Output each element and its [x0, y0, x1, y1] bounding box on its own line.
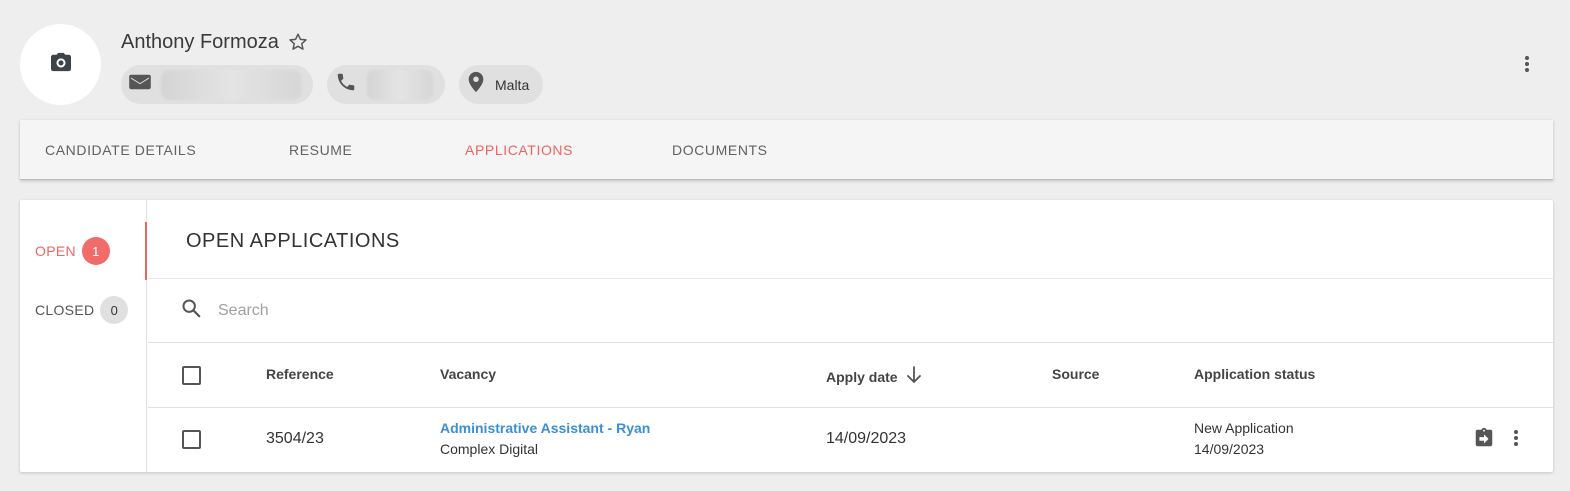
filter-open-label: OPEN	[35, 243, 76, 259]
row-status-date: 14/09/2023	[1194, 441, 1265, 457]
filter-open[interactable]: OPEN 1	[20, 222, 147, 280]
more-vert-icon[interactable]	[1515, 52, 1539, 76]
search-bar	[148, 279, 1553, 342]
move-application-icon[interactable]	[1473, 427, 1495, 449]
open-count-badge: 1	[81, 237, 110, 265]
row-actions	[1473, 427, 1519, 449]
col-header-source[interactable]: Source	[1052, 366, 1099, 382]
row-status: New Application	[1194, 420, 1294, 436]
tab-documents[interactable]: DOCUMENTS	[672, 120, 768, 179]
row-reference: 3504/23	[266, 430, 324, 447]
location-pin-icon	[467, 71, 485, 98]
camera-icon	[50, 52, 72, 77]
search-input[interactable]	[218, 301, 818, 320]
tab-candidate-details[interactable]: CANDIDATE DETAILS	[45, 120, 196, 179]
divider	[148, 407, 1553, 408]
applications-filter-nav: OPEN 1 CLOSED 0	[20, 200, 147, 472]
phone-icon	[335, 71, 357, 98]
col-header-vacancy[interactable]: Vacancy	[440, 366, 496, 382]
avatar-upload[interactable]	[20, 24, 101, 105]
col-header-application-status[interactable]: Application status	[1194, 366, 1315, 382]
candidate-name: Anthony Formoza	[121, 30, 279, 53]
filter-closed-label: CLOSED	[35, 302, 95, 318]
tab-resume[interactable]: RESUME	[289, 120, 353, 179]
section-title: OPEN APPLICATIONS	[186, 230, 400, 252]
filter-closed[interactable]: CLOSED 0	[20, 281, 147, 339]
row-more-vert-icon[interactable]	[1513, 429, 1519, 447]
applications-card: OPEN 1 CLOSED 0 OPEN APPLICATIONS Refere…	[20, 200, 1553, 472]
select-all-checkbox[interactable]	[182, 366, 201, 385]
star-icon[interactable]	[287, 31, 309, 53]
vacancy-company: Complex Digital	[440, 441, 539, 457]
arrow-down-icon	[906, 366, 922, 387]
email-redacted	[161, 69, 301, 100]
search-icon	[180, 297, 202, 324]
email-icon	[129, 73, 151, 96]
tab-applications[interactable]: APPLICATIONS	[465, 120, 573, 179]
vacancy-link[interactable]: Administrative Assistant - Ryan	[440, 420, 650, 436]
closed-count-badge: 0	[100, 296, 129, 324]
divider	[148, 342, 1553, 343]
phone-redacted	[367, 69, 433, 100]
phone-chip[interactable]	[327, 65, 445, 104]
col-header-apply-date[interactable]: Apply date	[826, 366, 922, 387]
row-apply-date: 14/09/2023	[826, 430, 907, 447]
location-chip[interactable]: Malta	[459, 65, 544, 104]
row-checkbox[interactable]	[182, 430, 201, 449]
location-label: Malta	[495, 76, 530, 93]
tab-bar: CANDIDATE DETAILS RESUME APPLICATIONS DO…	[20, 120, 1553, 180]
apply-date-label: Apply date	[826, 368, 898, 385]
email-chip[interactable]	[121, 65, 313, 104]
col-header-reference[interactable]: Reference	[266, 366, 334, 382]
